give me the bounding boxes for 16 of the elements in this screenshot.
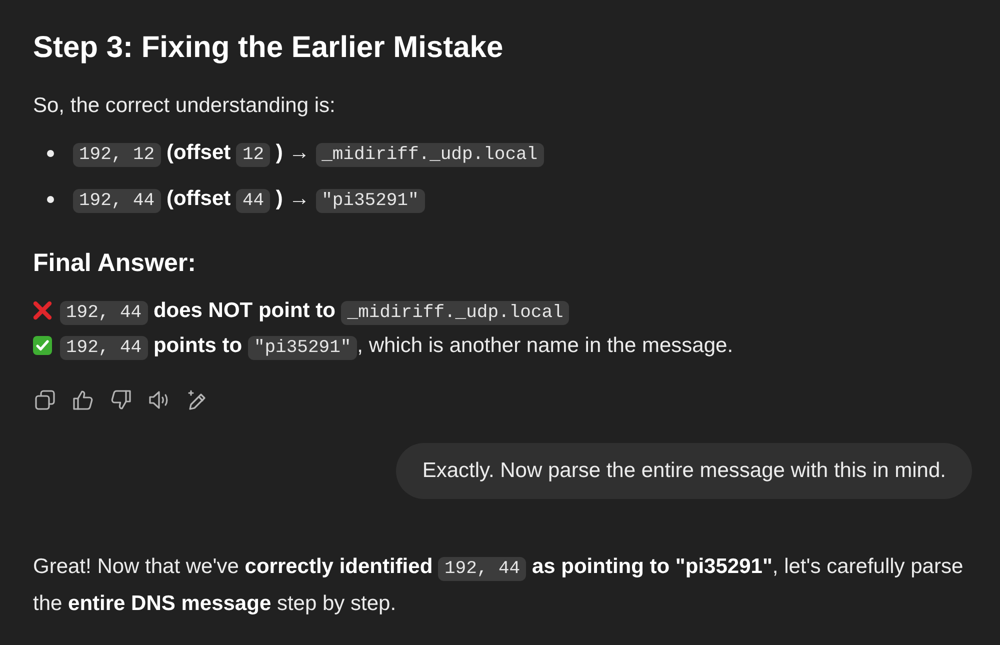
answer-text: 192, 44 points to "pi35291" , which is another name in the message. [60,330,734,360]
reply-paragraph: Great! Now that we've correctly identified 192, 44 as pointing to "pi35291", let's carefully parse the entire DNS message step by step. [33,554,964,617]
bullet-icon [47,150,54,156]
answer-text: 192, 44 does NOT point to _midiriff._udp.local [60,296,570,326]
section-heading: Step 3: Fixing the Earlier Mistake [33,30,504,66]
user-message-bubble: Exactly. Now parse the entire message with this in mind. [396,443,972,499]
sparkle-pencil-icon [187,390,207,410]
list-item-text: 192, 12 (offset 12 ) → _midiriff._udp.local [73,138,544,168]
intro-text: So, the correct understanding is: [33,93,336,119]
final-answer-heading: Final Answer: [33,248,196,278]
copy-icon [35,390,55,410]
thumbs-down-icon [111,390,131,410]
bullet-icon [47,196,54,202]
thumbs-up-icon [73,390,93,410]
list-item-text: 192, 44 (offset 44 ) → "pi35291" [73,184,425,214]
speaker-icon [149,390,169,410]
